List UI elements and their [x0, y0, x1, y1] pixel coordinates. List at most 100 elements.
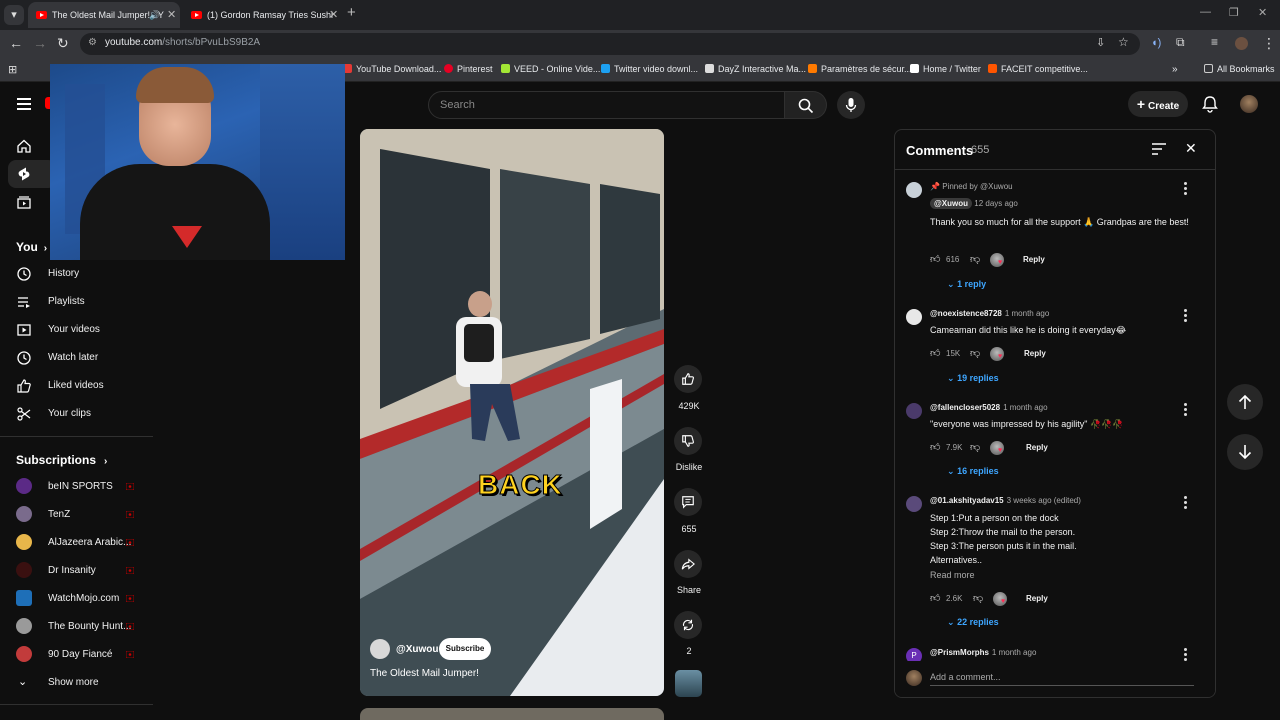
extensions-icon[interactable]: ⧉: [1176, 35, 1185, 50]
thumbs-down-icon[interactable]: 👎︎: [970, 441, 980, 453]
sort-icon[interactable]: [1152, 143, 1166, 155]
bookmarks-overflow-icon[interactable]: »: [1172, 64, 1178, 75]
view-replies-button[interactable]: ⌄ 16 replies: [947, 466, 999, 477]
tab-inactive[interactable]: (1) Gordon Ramsay Tries Sushi ✕: [183, 2, 343, 28]
sidebar-item-playlists[interactable]: Playlists: [0, 288, 155, 316]
view-replies-button[interactable]: ⌄ 22 replies: [947, 617, 999, 628]
sidebar-item-history[interactable]: History: [0, 260, 155, 288]
sidebar-sub-tenz[interactable]: TenZ: [0, 501, 155, 529]
comment-menu-icon[interactable]: [1181, 182, 1189, 196]
browser-menu-icon[interactable]: ⋮: [1262, 35, 1276, 52]
short-video-player[interactable]: BACK @Xuwou Subscribe The Oldest Mail Ju…: [360, 129, 664, 696]
comments-button[interactable]: [674, 488, 702, 516]
bookmark-6[interactable]: Paramètres de sécur...: [808, 64, 912, 74]
search-input[interactable]: Search: [428, 91, 785, 119]
bookmark-1[interactable]: YouTube Download...: [343, 64, 441, 74]
add-comment-input[interactable]: Add a comment...: [930, 672, 1194, 686]
commenter-name[interactable]: @noexistence8728: [930, 309, 1002, 318]
commenter-avatar[interactable]: [906, 496, 922, 512]
thumbs-down-icon[interactable]: 👎︎: [973, 592, 983, 604]
previous-short-button[interactable]: [1227, 384, 1263, 420]
you-section-header[interactable]: You ›: [16, 240, 47, 254]
bookmark-8[interactable]: FACEIT competitive...: [988, 64, 1088, 74]
thumbs-up-icon[interactable]: 👍︎: [930, 592, 940, 604]
tab-close-icon[interactable]: ✕: [167, 2, 176, 28]
tab-audio-icon[interactable]: 🔊: [149, 2, 160, 28]
tab-close-icon[interactable]: ✕: [329, 2, 338, 28]
subscribe-button[interactable]: Subscribe: [439, 638, 491, 660]
window-close-icon[interactable]: ✕: [1258, 6, 1267, 19]
commenter-name[interactable]: @fallencloser5028: [930, 403, 1000, 412]
reply-button[interactable]: Reply: [1023, 255, 1045, 264]
bookmark-3[interactable]: VEED - Online Vide...: [501, 64, 600, 74]
commenter-avatar[interactable]: [906, 403, 922, 419]
next-short-preview[interactable]: [360, 708, 664, 720]
notifications-bell-icon[interactable]: [1202, 95, 1218, 113]
back-icon[interactable]: ←: [9, 35, 23, 51]
view-replies-button[interactable]: ⌄ 19 replies: [947, 373, 999, 384]
subscriptions-section-header[interactable]: Subscriptions ›: [16, 453, 107, 467]
forward-icon[interactable]: →: [33, 35, 47, 51]
install-app-icon[interactable]: ⇩: [1096, 36, 1105, 49]
channel-name[interactable]: @Xuwou: [396, 644, 439, 655]
reply-button[interactable]: Reply: [1026, 443, 1048, 452]
commenter-avatar[interactable]: [906, 309, 922, 325]
sound-thumbnail[interactable]: [675, 670, 702, 697]
thumbs-up-icon[interactable]: 👍︎: [930, 253, 940, 265]
reply-button[interactable]: Reply: [1024, 349, 1046, 358]
commenter-avatar[interactable]: [906, 182, 922, 198]
extension-audio-icon[interactable]: ◖): [1151, 37, 1161, 49]
bookmark-7[interactable]: Home / Twitter: [910, 64, 981, 74]
thumbs-down-icon[interactable]: 👎︎: [970, 253, 980, 265]
bookmark-2[interactable]: Pinterest: [444, 64, 493, 74]
view-replies-button[interactable]: ⌄ 1 reply: [947, 279, 986, 290]
thumbs-down-icon[interactable]: 👎︎: [970, 347, 980, 359]
sidebar-item-liked-videos[interactable]: Liked videos: [0, 372, 155, 400]
remix-button[interactable]: [674, 611, 702, 639]
tab-search-button[interactable]: ▾: [4, 5, 24, 25]
bookmark-5[interactable]: DayZ Interactive Ma...: [705, 64, 806, 74]
share-button[interactable]: [674, 550, 702, 578]
url-field[interactable]: ⚙ youtube.com/shorts/bPvuLbS9B2A ⇩ ☆: [80, 33, 1140, 55]
close-icon[interactable]: ✕: [1185, 140, 1197, 157]
sidebar-show-more[interactable]: ⌄ Show more: [0, 669, 155, 697]
comment-menu-icon[interactable]: [1181, 648, 1189, 662]
sidebar-sub-dr-insanity[interactable]: Dr Insanity: [0, 557, 155, 585]
apps-grid-icon[interactable]: ⊞: [8, 63, 17, 76]
next-short-button[interactable]: [1227, 434, 1263, 470]
sidebar-sub-bein-sports[interactable]: beIN SPORTS: [0, 473, 155, 501]
like-button[interactable]: [674, 365, 702, 393]
site-info-icon[interactable]: ⚙: [88, 37, 97, 48]
dislike-button[interactable]: [674, 427, 702, 455]
comment-menu-icon[interactable]: [1181, 403, 1189, 417]
sidebar-item-shorts[interactable]: [8, 160, 56, 188]
thumbs-up-icon[interactable]: 👍︎: [930, 441, 940, 453]
commenter-name[interactable]: @PrismMorphs: [930, 648, 989, 657]
media-control-icon[interactable]: ≡: [1211, 35, 1218, 49]
all-bookmarks[interactable]: All Bookmarks: [1204, 64, 1275, 74]
reply-button[interactable]: Reply: [1026, 594, 1048, 603]
new-tab-icon[interactable]: +: [347, 4, 356, 21]
read-more-link[interactable]: Read more: [930, 570, 975, 580]
reload-icon[interactable]: ↻: [57, 35, 69, 52]
tab-active[interactable]: The Oldest Mail Jumper! - Y 🔊 ✕: [28, 2, 180, 28]
comment-menu-icon[interactable]: [1181, 496, 1189, 510]
comment-menu-icon[interactable]: [1181, 309, 1189, 323]
sidebar-sub-90-day-fiance[interactable]: 90 Day Fiancé: [0, 641, 155, 669]
commenter-name[interactable]: @Xuwou: [930, 198, 973, 209]
profile-avatar[interactable]: [1235, 37, 1248, 50]
search-button[interactable]: [785, 91, 827, 119]
sidebar-sub-bounty-hunter[interactable]: The Bounty Hunt...: [0, 613, 155, 641]
sidebar-sub-watchmojo[interactable]: WatchMojo.com: [0, 585, 155, 613]
sidebar-sub-aljazeera[interactable]: AlJazeera Arabic...: [0, 529, 155, 557]
minimize-icon[interactable]: —: [1200, 6, 1211, 18]
create-button[interactable]: + Create: [1128, 91, 1188, 117]
voice-search-button[interactable]: [837, 91, 865, 119]
sidebar-item-your-videos[interactable]: Your videos: [0, 316, 155, 344]
sidebar-item-watch-later[interactable]: Watch later: [0, 344, 155, 372]
account-avatar[interactable]: [1240, 95, 1258, 113]
channel-avatar[interactable]: [370, 639, 390, 659]
commenter-name[interactable]: @01.akshityadav15: [930, 496, 1004, 505]
bookmark-star-icon[interactable]: ☆: [1118, 35, 1129, 49]
maximize-icon[interactable]: ❐: [1229, 6, 1239, 19]
